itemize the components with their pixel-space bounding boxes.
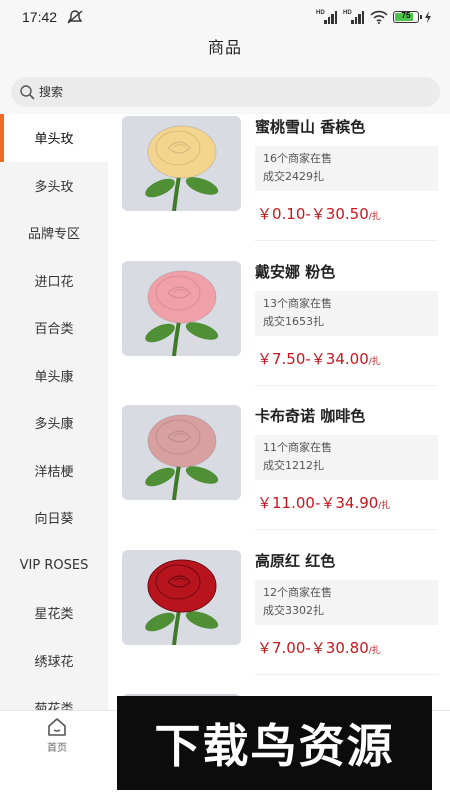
price-value: ￥7.50-￥34.00 xyxy=(257,349,369,368)
sales-count: 成交2429扎 xyxy=(263,170,324,183)
search-icon xyxy=(20,85,35,100)
search-box[interactable]: 搜索 xyxy=(11,77,440,107)
sidebar-item[interactable]: 单头康 xyxy=(0,352,108,400)
product-list: 蜜桃雪山 香槟色 16个商家在售 成交2429扎 ￥0.10-￥30.50/扎 戴安娜 … xyxy=(108,114,450,710)
sidebar-item[interactable]: 进口花 xyxy=(0,257,108,305)
hd-signal-icon: HD xyxy=(316,10,338,24)
battery-level: 75 xyxy=(401,11,411,20)
page-title: 商品 xyxy=(207,38,242,57)
app-root: 17:42 HD HD 75 商品 搜索 单头玫 多头玫 品牌专区 进口花 百合… xyxy=(0,0,450,800)
category-sidebar: 单头玫 多头玫 品牌专区 进口花 百合类 单头康 多头康 洋桔梗 向日葵 VIP ROSES 星花类… xyxy=(0,114,108,710)
search-bar: 搜索 xyxy=(0,68,450,114)
product-image[interactable] xyxy=(122,405,241,500)
merchant-count: 12个商家在售 xyxy=(263,585,332,599)
nav-home-label: 首页 xyxy=(47,743,67,754)
product-stats: 11个商家在售 成交1212扎 xyxy=(255,435,438,480)
merchant-count: 11个商家在售 xyxy=(263,441,332,454)
sidebar-item[interactable]: 多头玫 xyxy=(0,162,108,210)
sales-count: 成交1212扎 xyxy=(263,459,324,472)
divider xyxy=(255,673,438,675)
price-value: ￥7.00-￥30.80 xyxy=(257,638,369,657)
product-stats: 12个商家在售 成交3302扎 xyxy=(255,579,438,625)
product-stats: 16个商家在售 成交2429扎 xyxy=(255,146,438,191)
sales-count: 成交3302扎 xyxy=(263,603,324,617)
wifi-icon xyxy=(370,10,388,24)
sidebar-item[interactable]: 菊花类 xyxy=(0,684,108,710)
product-name: 蜜桃雪山 香槟色 xyxy=(255,118,366,136)
search-input[interactable]: 搜索 xyxy=(39,77,63,107)
sidebar-item[interactable]: 洋桔梗 xyxy=(0,447,108,495)
battery-icon: 75 xyxy=(393,11,422,23)
sidebar-item[interactable]: VIP ROSES xyxy=(0,542,108,590)
price-range: ￥11.00-￥34.90/扎 xyxy=(257,492,390,513)
product-card[interactable]: 高原红 红色 12个商家在售 成交3302扎 ￥7.00-￥30.80/扎 xyxy=(108,548,450,692)
mute-icon xyxy=(67,10,83,24)
watermark-text: 下载鸟资源 xyxy=(154,719,395,773)
product-card[interactable]: 戴安娜 粉色 13个商家在售 成交1653扎 ￥7.50-￥34.00/扎 xyxy=(108,259,450,403)
sidebar-item[interactable]: 品牌专区 xyxy=(0,209,108,257)
price-value: ￥11.00-￥34.90 xyxy=(257,494,379,512)
price-unit: /扎 xyxy=(378,501,391,511)
charging-icon xyxy=(425,11,431,23)
product-stats: 13个商家在售 成交1653扎 xyxy=(255,290,438,336)
sidebar-item[interactable]: 单头玫 xyxy=(0,114,108,162)
price-range: ￥7.00-￥30.80/扎 xyxy=(257,637,381,658)
sidebar-item[interactable]: 百合类 xyxy=(0,304,108,352)
status-bar: 17:42 HD HD 75 xyxy=(0,0,450,34)
product-card[interactable]: 蜜桃雪山 香槟色 16个商家在售 成交2429扎 ￥0.10-￥30.50/扎 xyxy=(108,114,450,258)
product-name: 戴安娜 粉色 xyxy=(255,262,336,281)
price-unit: /扎 xyxy=(368,212,381,222)
merchant-count: 16个商家在售 xyxy=(263,152,332,165)
sidebar-item[interactable]: 多头康 xyxy=(0,399,108,447)
page-header: 商品 xyxy=(0,34,450,68)
sidebar-item[interactable]: 星花类 xyxy=(0,589,108,637)
divider xyxy=(255,529,438,530)
nav-home[interactable]: 首页 xyxy=(40,717,74,754)
product-name: 高原红 红色 xyxy=(255,551,336,570)
product-image[interactable] xyxy=(122,116,241,211)
price-range: ￥7.50-￥34.00/扎 xyxy=(257,348,381,369)
divider xyxy=(255,240,438,241)
sidebar-item[interactable]: 向日葵 xyxy=(0,494,108,542)
sidebar-item[interactable]: 绣球花 xyxy=(0,637,108,685)
merchant-count: 13个商家在售 xyxy=(263,296,332,310)
divider xyxy=(255,384,438,386)
product-name: 卡布奇诺 咖啡色 xyxy=(255,407,366,425)
watermark-banner: 下载鸟资源 xyxy=(117,696,432,790)
status-time: 17:42 xyxy=(22,9,58,25)
sales-count: 成交1653扎 xyxy=(263,314,324,328)
price-value: ￥0.10-￥30.50 xyxy=(257,205,369,223)
hd-signal-icon: HD xyxy=(343,10,365,24)
price-range: ￥0.10-￥30.50/扎 xyxy=(257,203,381,224)
home-icon xyxy=(48,718,66,736)
price-unit: /扎 xyxy=(368,356,381,367)
price-unit: /扎 xyxy=(368,645,381,656)
product-image[interactable] xyxy=(122,260,241,356)
product-image[interactable] xyxy=(122,549,241,645)
product-card[interactable]: 卡布奇诺 咖啡色 11个商家在售 成交1212扎 ￥11.00-￥34.90/扎 xyxy=(108,403,450,547)
status-icons: HD HD 75 xyxy=(316,9,432,25)
